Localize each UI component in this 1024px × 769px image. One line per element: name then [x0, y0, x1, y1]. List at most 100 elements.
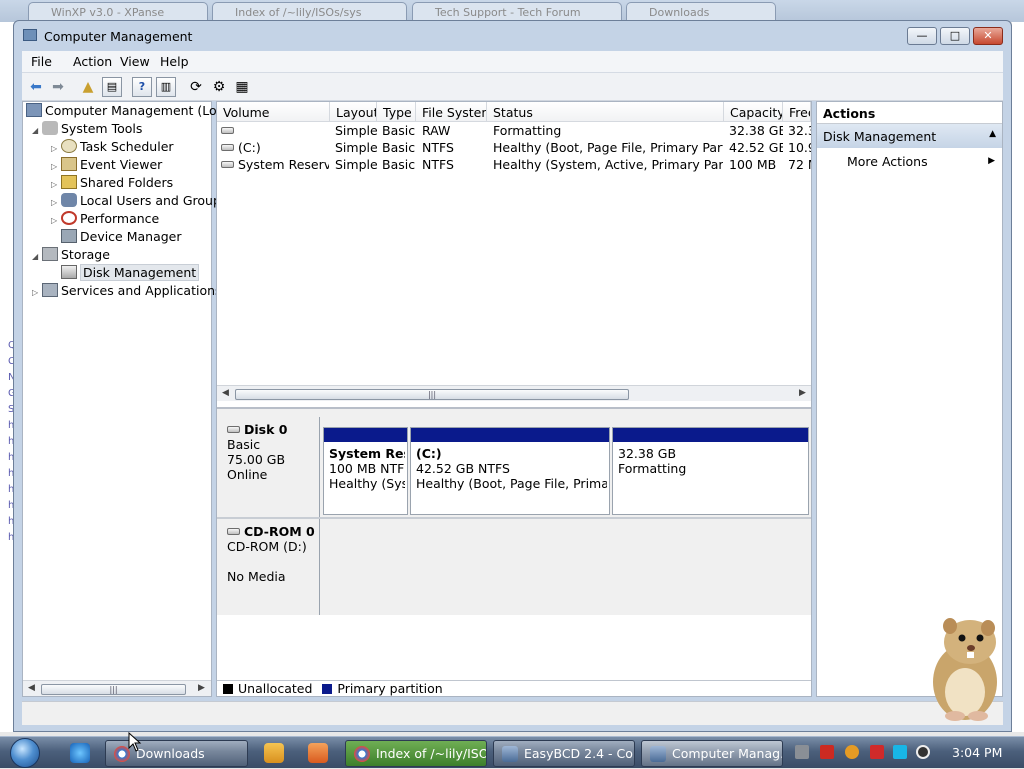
column-header-type[interactable]: Type — [377, 102, 416, 122]
disk-0-state: Online — [227, 467, 268, 482]
collapse-triangle-icon[interactable]: ◢ — [32, 122, 42, 140]
taskbar-item-computer-management[interactable]: Computer Manag... — [641, 740, 783, 767]
taskbar-item-easybcd[interactable]: EasyBCD 2.4 - Co... — [493, 740, 635, 767]
scroll-thumb[interactable]: ||| — [41, 684, 186, 695]
tray-search-icon[interactable] — [845, 745, 859, 759]
mouse-cursor-icon — [128, 732, 142, 752]
maximize-button[interactable]: □ — [940, 27, 970, 45]
partition-system-reserved[interactable]: System Rese 100 MB NTFS Healthy (Syste — [323, 427, 408, 515]
partition-c[interactable]: (C:) 42.52 GB NTFS Healthy (Boot, Page F… — [410, 427, 610, 515]
tree-item-services-and-applications[interactable]: ▷ Services and Applications — [32, 282, 222, 300]
up-folder-icon[interactable]: ▲ — [78, 77, 98, 97]
app-launcher-icon[interactable] — [308, 743, 328, 763]
title-bar[interactable]: Computer Management — □ ✕ — [14, 21, 1011, 51]
primary-partition-swatch — [322, 684, 333, 694]
tree-item-event-viewer[interactable]: ▷ Event Viewer — [51, 156, 162, 174]
column-header-free[interactable]: Free — [783, 102, 811, 122]
column-header-file-system[interactable]: File System — [416, 102, 487, 122]
help-icon[interactable]: ? — [132, 77, 152, 97]
tree-item-computer-management[interactable]: Computer Management (Local — [26, 102, 235, 120]
column-header-layout[interactable]: Layout — [330, 102, 377, 122]
shared-folder-icon — [61, 175, 77, 189]
graphical-disk-view: Disk 0 Basic 75.00 GB Online System Rese… — [217, 407, 811, 675]
tray-speaker-icon[interactable] — [916, 745, 930, 759]
services-icon — [42, 283, 58, 297]
collapse-triangle-icon[interactable]: ◢ — [32, 248, 42, 266]
collapse-up-icon[interactable]: ▲ — [989, 129, 996, 139]
background-tab[interactable]: WinXP v3.0 - XPanse — [28, 2, 208, 22]
disk-view-empty-space — [217, 615, 811, 675]
scroll-right-icon[interactable]: ▶ — [799, 388, 806, 398]
submenu-arrow-icon: ▶ — [988, 156, 995, 166]
background-tab[interactable]: Tech Support - Tech Forum — [412, 2, 622, 22]
tree-item-performance[interactable]: ▷ Performance — [51, 210, 159, 228]
actions-pane: Actions Disk Management ▲ More Actions ▶ — [816, 101, 1003, 697]
disk-0-label[interactable]: Disk 0 Basic 75.00 GB Online — [217, 417, 320, 517]
menu-help[interactable]: Help — [160, 54, 189, 69]
disk-wizard-icon[interactable]: ▦ — [232, 77, 252, 97]
computer-icon — [26, 103, 42, 117]
scroll-thumb[interactable]: ||| — [235, 389, 629, 400]
status-bar — [22, 701, 1003, 725]
minimize-button[interactable]: — — [907, 27, 937, 45]
taskbar-item-downloads[interactable]: Downloads — [105, 740, 248, 767]
disk-0-name: Disk 0 — [244, 422, 288, 437]
media-player-icon[interactable] — [264, 743, 284, 763]
scroll-left-icon[interactable]: ◀ — [222, 388, 229, 398]
tools-icon — [42, 121, 58, 135]
tree-item-system-tools[interactable]: ◢ System Tools — [32, 120, 142, 138]
tray-tools-icon[interactable] — [795, 745, 809, 759]
computer-management-window: Computer Management — □ ✕ File Action Vi… — [13, 20, 1012, 732]
volume-list-horizontal-scrollbar[interactable]: ◀ ||| ▶ — [217, 385, 811, 401]
forward-arrow-icon[interactable]: ➡ — [48, 77, 68, 97]
tree-item-device-manager[interactable]: Device Manager — [51, 228, 182, 246]
tree-item-disk-management[interactable]: Disk Management — [51, 264, 200, 282]
taskbar-item-index-of[interactable]: Index of /~lily/ISO... — [345, 740, 487, 767]
cdrom-0-label[interactable]: CD-ROM 0 CD-ROM (D:) No Media — [217, 519, 320, 615]
tray-antivirus-icon[interactable] — [820, 745, 834, 759]
toolbar: ⬅ ➡ ▲ ▤ ? ▥ ⟳ ⚙ ▦ — [22, 73, 1003, 101]
partition-formatting[interactable]: 32.38 GB Formatting — [612, 427, 809, 515]
cdrom-0-name: CD-ROM 0 — [244, 524, 315, 539]
menu-view[interactable]: View — [120, 54, 150, 69]
show-hide-tree-icon[interactable]: ▤ — [102, 77, 122, 97]
column-header-volume[interactable]: Volume — [217, 102, 330, 122]
actions-disk-management[interactable]: Disk Management ▲ — [817, 124, 1002, 148]
more-actions-item[interactable]: More Actions — [847, 154, 928, 169]
tree-item-local-users-and-groups[interactable]: ▷ Local Users and Groups — [51, 192, 227, 210]
tree-horizontal-scrollbar[interactable]: ◀ ||| ▶ — [23, 680, 211, 696]
scroll-left-icon[interactable]: ◀ — [28, 683, 35, 693]
storage-icon — [42, 247, 58, 261]
refresh-icon[interactable]: ⟳ — [186, 77, 206, 97]
disk-0-size: 75.00 GB — [227, 452, 286, 467]
background-tab[interactable]: Index of /~lily/ISOs/sys — [212, 2, 407, 22]
background-scrollbar[interactable] — [1012, 22, 1024, 732]
expand-triangle-icon[interactable]: ▷ — [32, 284, 42, 302]
scroll-right-icon[interactable]: ▶ — [198, 683, 205, 693]
tree-item-storage[interactable]: ◢ Storage — [32, 246, 110, 264]
cdrom-0-area — [321, 519, 811, 615]
back-arrow-icon[interactable]: ⬅ — [26, 77, 46, 97]
close-button[interactable]: ✕ — [973, 27, 1003, 45]
primary-partition-bar — [324, 428, 407, 442]
taskbar-clock[interactable]: 3:04 PM — [952, 745, 1002, 760]
properties-icon[interactable]: ⚙ — [209, 77, 229, 97]
menu-file[interactable]: File — [31, 54, 52, 69]
disk-icon — [61, 265, 77, 279]
disk-0-type: Basic — [227, 437, 261, 452]
disk-legend: Unallocated Primary partition — [217, 680, 811, 696]
tree-item-task-scheduler[interactable]: ▷ Task Scheduler — [51, 138, 174, 156]
menu-action[interactable]: Action — [73, 54, 112, 69]
background-tab[interactable]: Downloads — [626, 2, 776, 22]
start-button[interactable] — [6, 737, 46, 769]
tray-monitor-icon[interactable] — [893, 745, 907, 759]
tray-flag-icon[interactable] — [870, 745, 884, 759]
tree-item-shared-folders[interactable]: ▷ Shared Folders — [51, 174, 173, 192]
window-title: Computer Management — [44, 29, 193, 44]
column-header-status[interactable]: Status — [487, 102, 724, 122]
computer-management-icon — [23, 29, 37, 41]
event-viewer-icon — [61, 157, 77, 171]
show-hide-action-pane-icon[interactable]: ▥ — [156, 77, 176, 97]
column-header-capacity[interactable]: Capacity — [724, 102, 783, 122]
internet-explorer-icon[interactable] — [70, 743, 90, 763]
